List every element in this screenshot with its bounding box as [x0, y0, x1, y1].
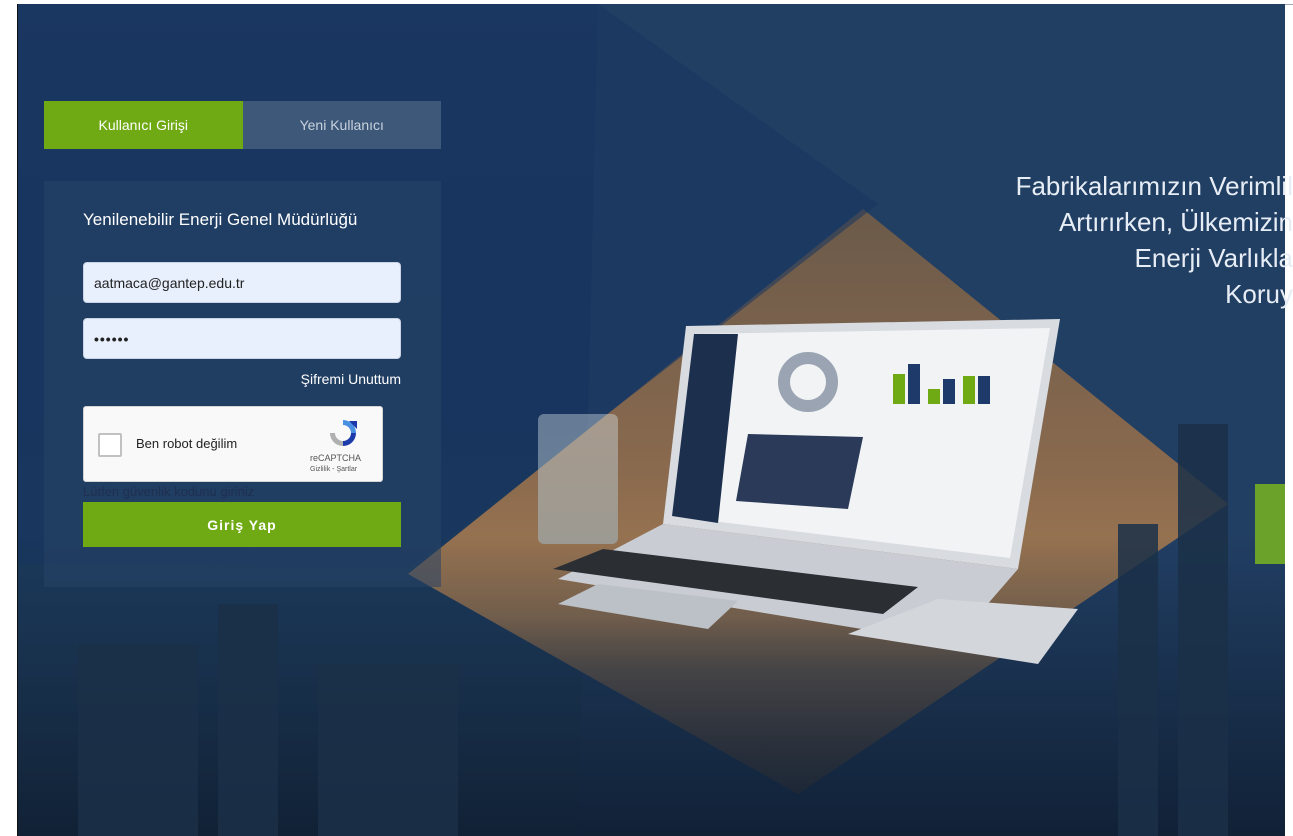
tagline-line-2: Artırırken, Ülkemizin: [1058, 207, 1293, 237]
tab-user-login[interactable]: Kullanıcı Girişi: [44, 101, 243, 149]
password-field[interactable]: ••••••: [83, 318, 401, 359]
tagline-line-3: Enerji Varlıkla: [1134, 243, 1293, 273]
captcha-hint: Lütfen güvenlik kodunu giriniz: [83, 484, 255, 499]
recaptcha-links[interactable]: Gizlilik - Şartlar: [310, 466, 357, 473]
tagline-line-4: Koruy: [1225, 279, 1293, 309]
forgot-password-link[interactable]: Şifremi Unuttum: [266, 371, 401, 387]
recaptcha-widget: Ben robot değilim reCAPTCHA Gizlilik - Ş…: [83, 406, 383, 482]
recaptcha-brand: reCAPTCHA: [310, 453, 362, 463]
login-tabs: Kullanıcı Girişi Yeni Kullanıcı: [44, 101, 441, 149]
recaptcha-icon: [330, 420, 357, 446]
form-title: Yenilenebilir Enerji Genel Müdürlüğü: [83, 210, 358, 229]
tab-new-user[interactable]: Yeni Kullanıcı: [242, 101, 441, 149]
captcha-checkbox[interactable]: [98, 433, 122, 457]
tagline-line-1: Fabrikalarımızın Verimlil: [1015, 171, 1293, 201]
email-field[interactable]: aatmaca@gantep.edu.tr: [83, 262, 401, 303]
tagline: Fabrikalarımızın Verimlil Artırırken, Ül…: [873, 168, 1293, 312]
login-button[interactable]: Giriş Yap: [83, 502, 401, 547]
green-accent: [1255, 484, 1285, 564]
captcha-label: Ben robot değilim: [136, 436, 238, 451]
